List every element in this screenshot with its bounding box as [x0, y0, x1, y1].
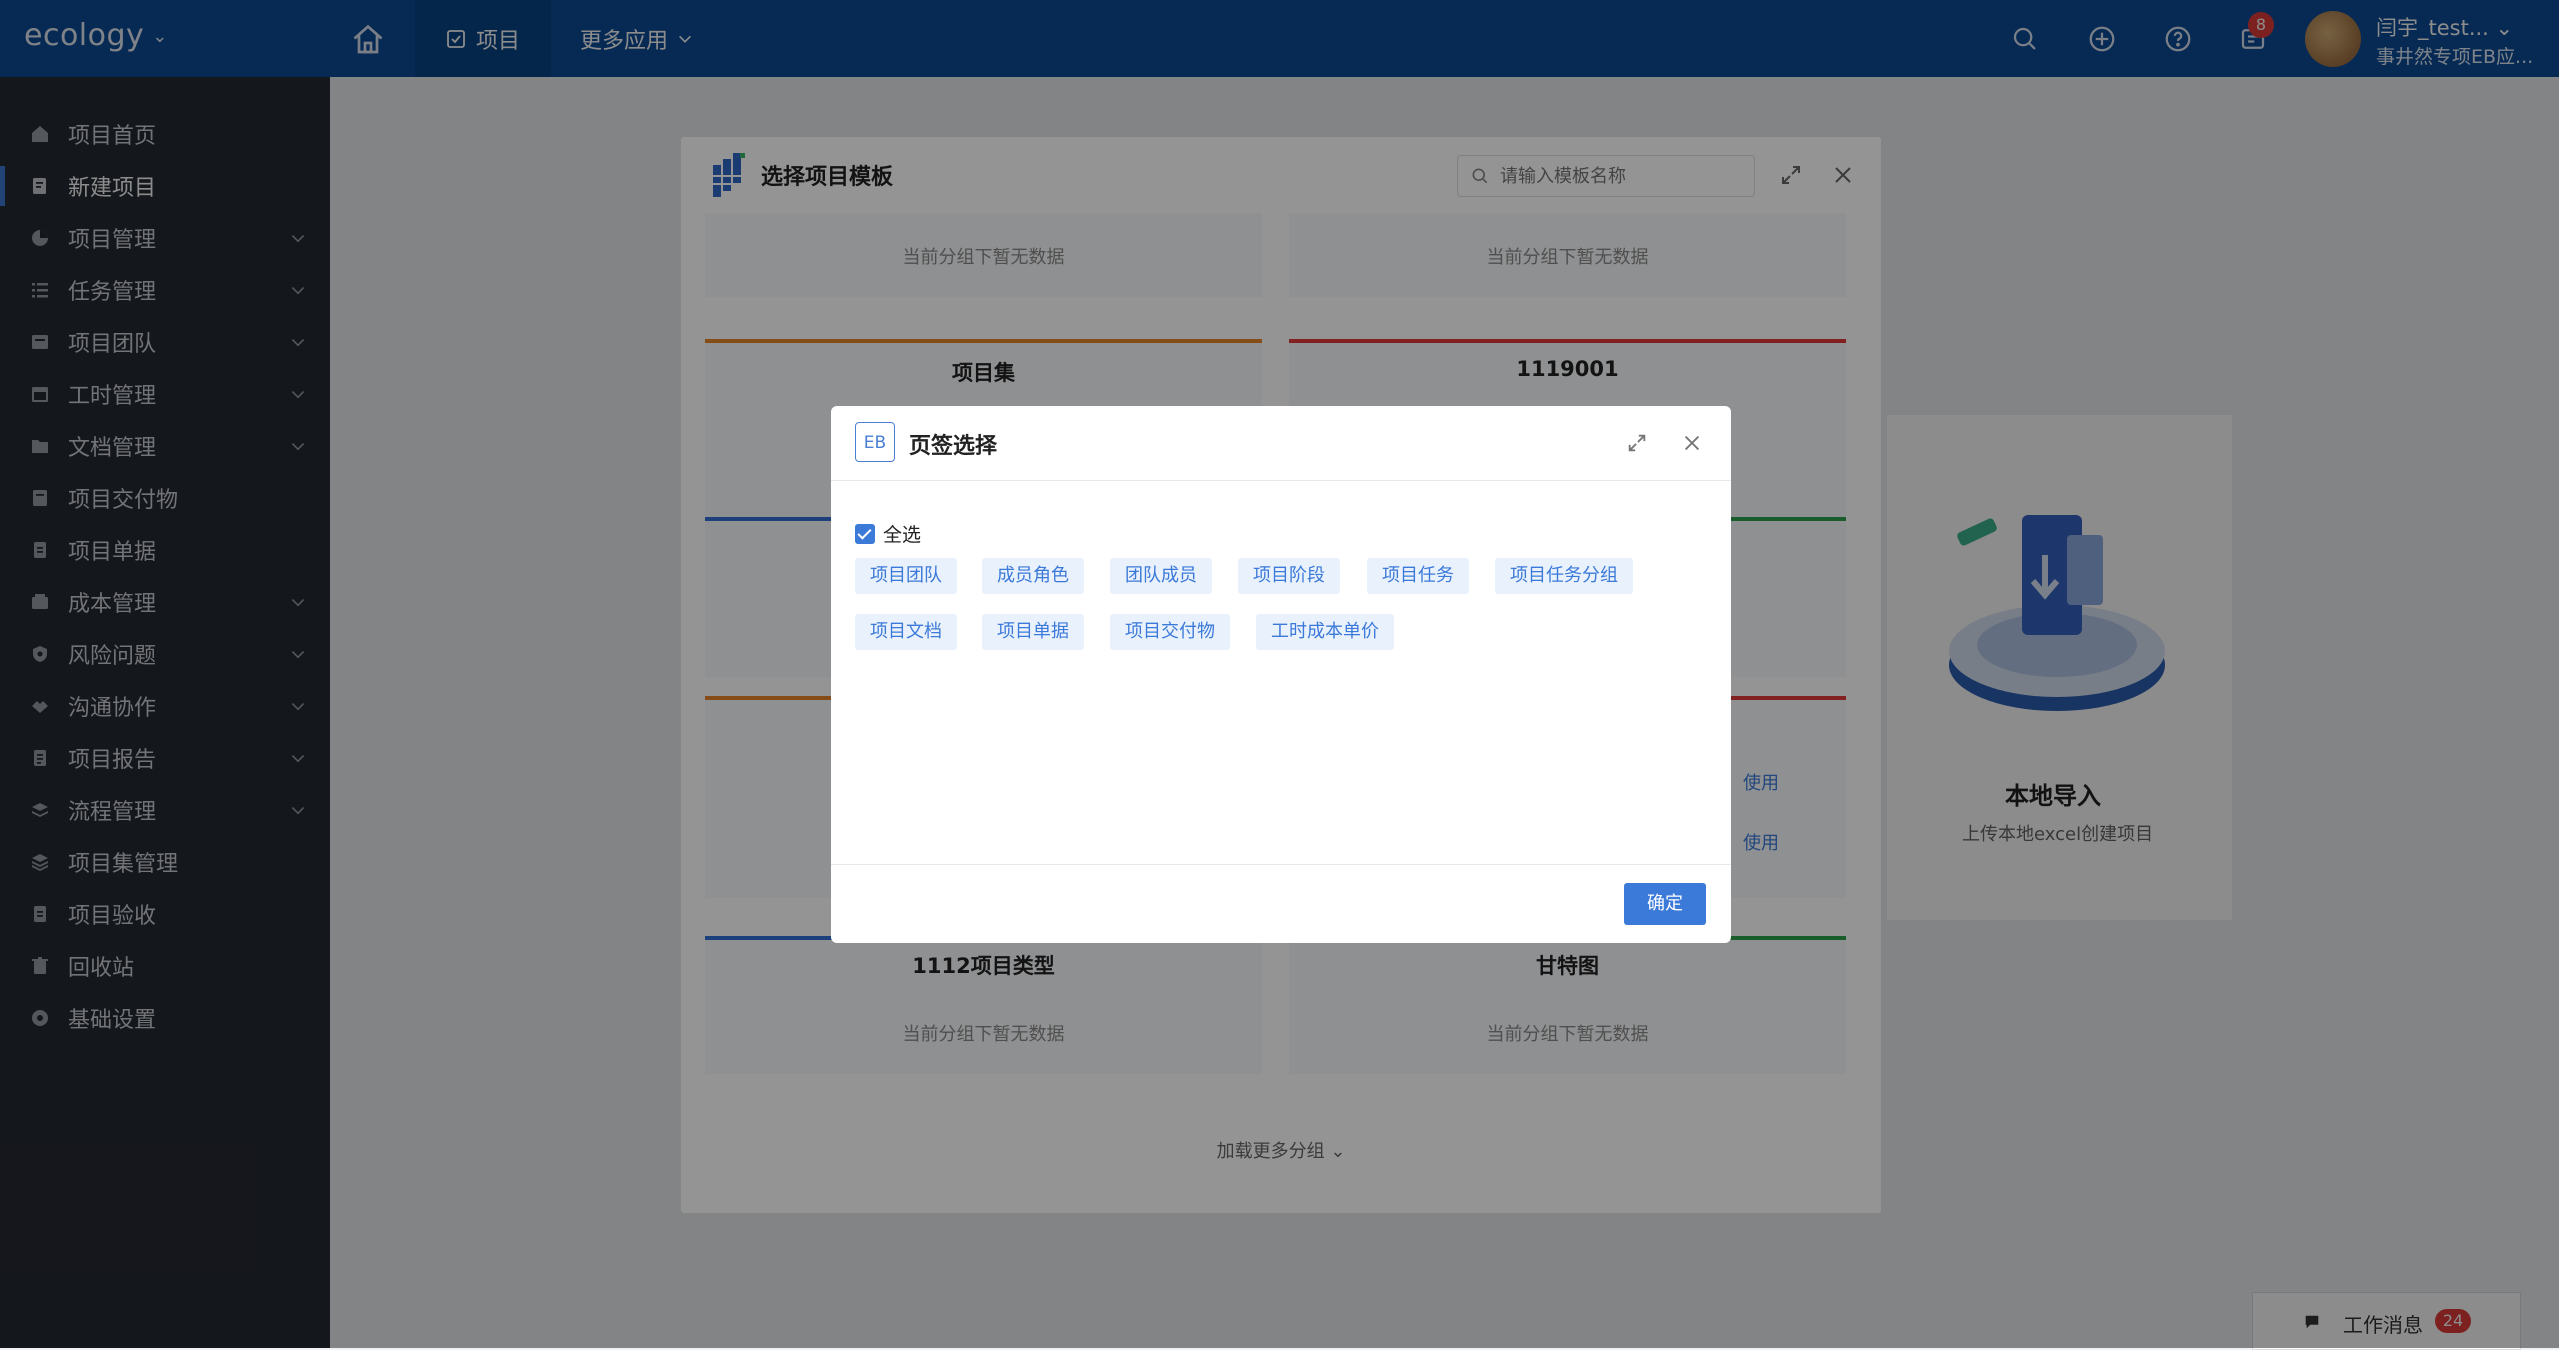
tag-task-group[interactable]: 项目任务分组 — [1495, 558, 1633, 594]
modal-title: 页签选择 — [909, 434, 998, 459]
expand-icon[interactable] — [1626, 432, 1648, 454]
tag-deliverables[interactable]: 项目交付物 — [1110, 614, 1230, 650]
confirm-button[interactable]: 确定 — [1624, 883, 1706, 925]
tag-project-phase[interactable]: 项目阶段 — [1238, 558, 1340, 594]
select-all-checkbox[interactable]: 全选 — [855, 520, 921, 547]
eb-icon: EB — [855, 422, 895, 462]
tag-project-task[interactable]: 项目任务 — [1367, 558, 1469, 594]
tag-team-member[interactable]: 团队成员 — [1110, 558, 1212, 594]
close-icon[interactable] — [1681, 432, 1703, 454]
tab-select-modal: EB 页签选择 全选 项目团队 成员角色 团队成员 项目阶段 项目任务 项目任务… — [831, 406, 1731, 943]
tag-member-role[interactable]: 成员角色 — [982, 558, 1084, 594]
tag-project-docs[interactable]: 项目文档 — [855, 614, 957, 650]
modal-header: EB 页签选择 — [831, 406, 1731, 481]
tag-labor-cost[interactable]: 工时成本单价 — [1256, 614, 1394, 650]
tag-project-team[interactable]: 项目团队 — [855, 558, 957, 594]
modal-footer — [831, 864, 1731, 944]
checkbox-checked-icon[interactable] — [855, 523, 875, 544]
tag-project-forms[interactable]: 项目单据 — [982, 614, 1084, 650]
